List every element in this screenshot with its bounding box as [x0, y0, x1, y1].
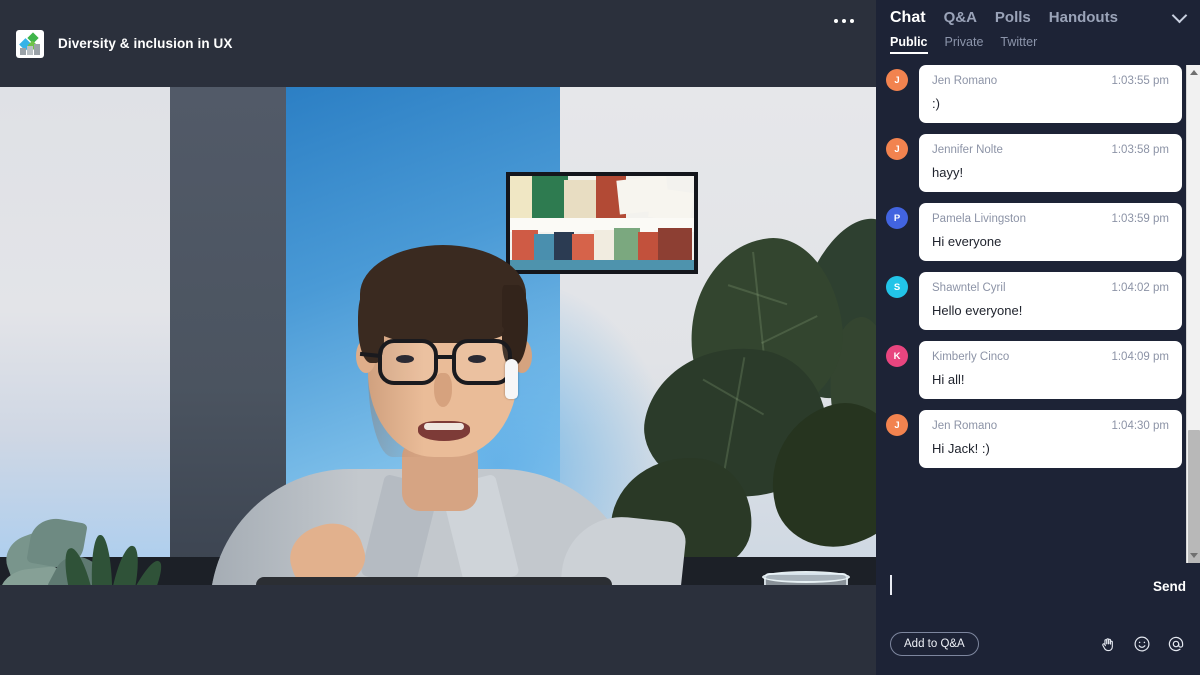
chat-composer: Send	[876, 563, 1200, 613]
chat-message-header: Jen Romano 1:03:55 pm	[932, 75, 1169, 87]
earbud-icon	[505, 359, 518, 399]
send-button[interactable]: Send	[1153, 579, 1186, 594]
chat-message-bubble: Shawntel Cyril 1:04:02 pm Hello everyone!	[919, 272, 1182, 330]
chat-message-text: :)	[932, 96, 940, 111]
chat-message-text: Hello everyone!	[932, 303, 1023, 318]
scrollbar-thumb[interactable]	[1188, 430, 1200, 563]
chat-message: J Jennifer Nolte 1:03:58 pm hayy!	[886, 134, 1182, 192]
chat-message-text: Hi all!	[932, 372, 965, 387]
presenter-nose	[434, 373, 452, 407]
text-caret	[890, 575, 892, 595]
chat-message-timestamp: 1:03:59 pm	[1111, 213, 1169, 225]
avatar: J	[886, 414, 908, 436]
avatar: P	[886, 207, 908, 229]
chat-message-scroll-area: J Jen Romano 1:03:55 pm:) J Jennifer Nolte 1:…	[876, 65, 1186, 563]
chat-message-bubble: Jen Romano 1:04:30 pm Hi Jack! :)	[919, 410, 1182, 468]
framed-artwork	[506, 172, 698, 274]
chat-message-header: Pamela Livingston 1:03:59 pm	[932, 213, 1169, 225]
chat-message-author: Jen Romano	[932, 420, 998, 432]
webinar-app: Diversity & inclusion in UX Chat Q&A Pol…	[0, 0, 1200, 675]
panel-subtab-bar: Public Private Twitter	[876, 35, 1200, 65]
avatar: S	[886, 276, 908, 298]
video-stage: Diversity & inclusion in UX	[0, 0, 876, 675]
tab-qa[interactable]: Q&A	[944, 9, 977, 26]
presenter-video[interactable]	[0, 87, 876, 585]
chat-input[interactable]	[890, 576, 1141, 591]
chat-message-header: Kimberly Cinco 1:04:09 pm	[932, 351, 1169, 363]
tab-polls[interactable]: Polls	[995, 9, 1031, 26]
chat-message-timestamp: 1:03:58 pm	[1111, 144, 1169, 156]
avatar: J	[886, 69, 908, 91]
chat-message: P Pamela Livingston 1:03:59 pm Hi everyone	[886, 203, 1182, 261]
chevron-down-icon[interactable]	[1172, 8, 1188, 24]
chat-message: K Kimberly Cinco 1:04:09 pm Hi all!	[886, 341, 1182, 399]
scroll-down-arrow-icon[interactable]	[1187, 548, 1200, 563]
tab-chat[interactable]: Chat	[890, 9, 926, 27]
webinar-logo-icon	[16, 29, 44, 58]
water-glass-rim	[762, 571, 850, 583]
chat-icon-group	[1098, 634, 1186, 654]
tab-handouts[interactable]: Handouts	[1049, 9, 1118, 26]
chat-message-bubble: Jennifer Nolte 1:03:58 pm hayy!	[919, 134, 1182, 192]
chat-message-author: Jen Romano	[932, 75, 998, 87]
scroll-up-arrow-icon[interactable]	[1187, 65, 1200, 80]
emoji-smiley-icon[interactable]	[1132, 634, 1152, 654]
page-title: Diversity & inclusion in UX	[58, 36, 233, 51]
more-options-icon[interactable]	[830, 11, 858, 31]
wall-left	[0, 87, 178, 585]
add-to-qa-button[interactable]: Add to Q&A	[890, 632, 979, 656]
stage-footer	[0, 585, 876, 675]
chat-panel: Chat Q&A Polls Handouts Public Private T…	[876, 0, 1200, 675]
presenter-eye	[396, 355, 414, 363]
subtab-twitter[interactable]: Twitter	[1000, 35, 1037, 54]
subtab-private[interactable]: Private	[945, 35, 984, 54]
chat-message-text: Hi Jack! :)	[932, 441, 990, 456]
chat-message-timestamp: 1:04:30 pm	[1111, 420, 1169, 432]
chat-message-bubble: Pamela Livingston 1:03:59 pm Hi everyone	[919, 203, 1182, 261]
chat-message-list[interactable]: J Jen Romano 1:03:55 pm:) J Jennifer Nolte 1:…	[876, 65, 1200, 563]
stage-header: Diversity & inclusion in UX	[0, 0, 876, 87]
chat-message-text: hayy!	[932, 165, 964, 180]
avatar: J	[886, 138, 908, 160]
chat-message-timestamp: 1:04:09 pm	[1111, 351, 1169, 363]
chat-message-header: Shawntel Cyril 1:04:02 pm	[932, 282, 1169, 294]
raise-hand-icon[interactable]	[1098, 634, 1118, 654]
chat-message: S Shawntel Cyril 1:04:02 pm Hello everyone!	[886, 272, 1182, 330]
chat-message-author: Kimberly Cinco	[932, 351, 1010, 363]
chat-message-author: Jennifer Nolte	[932, 144, 1003, 156]
chat-message: J Jen Romano 1:04:30 pm Hi Jack! :)	[886, 410, 1182, 468]
chat-message-header: Jen Romano 1:04:30 pm	[932, 420, 1169, 432]
chat-message: J Jen Romano 1:03:55 pm:)	[886, 65, 1182, 123]
chat-message-timestamp: 1:03:55 pm	[1111, 75, 1169, 87]
presenter-mouth	[418, 421, 470, 441]
laptop	[256, 577, 612, 585]
chat-scrollbar[interactable]	[1186, 65, 1200, 563]
chat-message-author: Shawntel Cyril	[932, 282, 1006, 294]
eyeglasses-bridge	[438, 355, 454, 359]
chat-message-text: Hi everyone	[932, 234, 1002, 249]
chat-message-bubble: Kimberly Cinco 1:04:09 pm Hi all!	[919, 341, 1182, 399]
presenter-eye	[468, 355, 486, 363]
chat-action-bar: Add to Q&A	[876, 613, 1200, 675]
chat-input-wrapper[interactable]	[890, 575, 1141, 597]
chat-message-author: Pamela Livingston	[932, 213, 1026, 225]
mention-at-icon[interactable]	[1166, 634, 1186, 654]
chat-message-bubble: Jen Romano 1:03:55 pm:)	[919, 65, 1182, 123]
panel-tab-bar: Chat Q&A Polls Handouts	[876, 0, 1200, 35]
avatar: K	[886, 345, 908, 367]
chat-message-timestamp: 1:04:02 pm	[1111, 282, 1169, 294]
chat-message-header: Jennifer Nolte 1:03:58 pm	[932, 144, 1169, 156]
subtab-public[interactable]: Public	[890, 35, 928, 54]
